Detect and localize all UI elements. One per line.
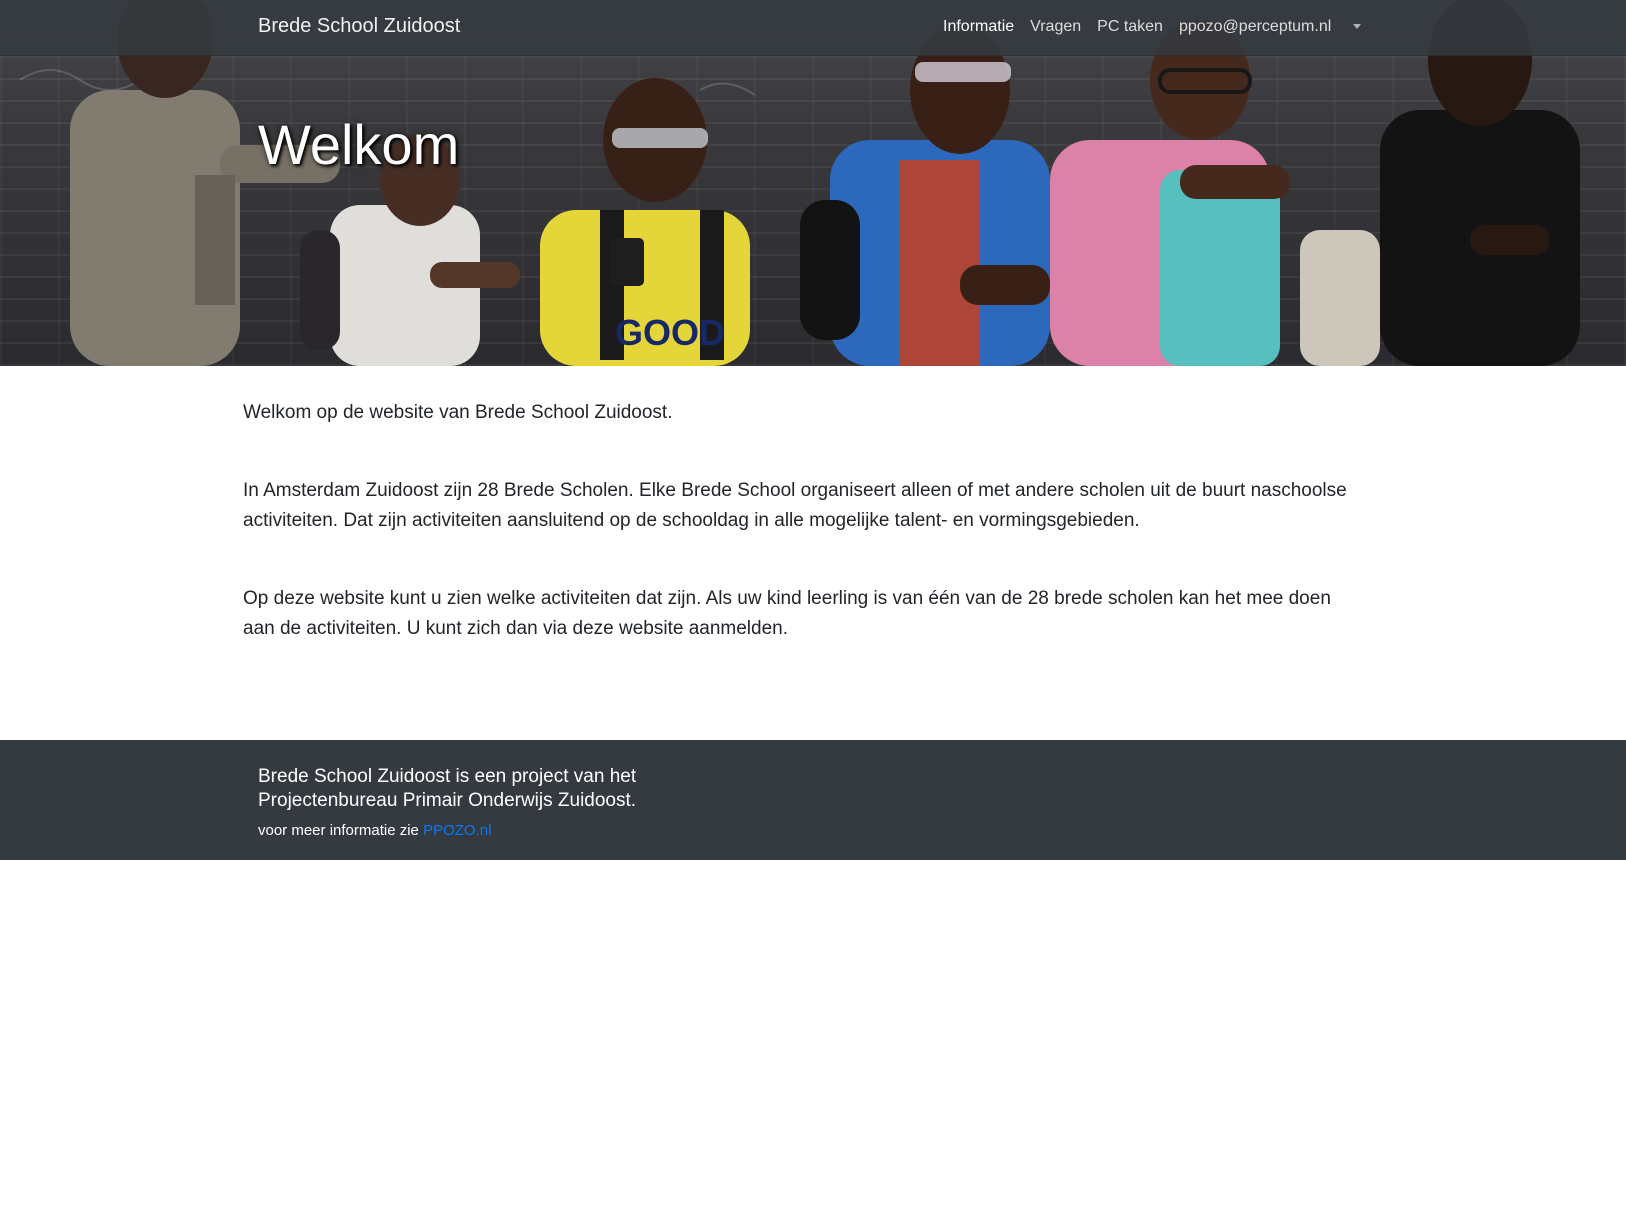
page-footer: Brede School Zuidoost is een project van… [0, 740, 1626, 860]
signup-paragraph: Op deze website kunt u zien welke activi… [243, 588, 1331, 639]
page-title: Welkom [258, 113, 460, 176]
nav-item-informatie[interactable]: Informatie [943, 18, 1014, 36]
chevron-down-icon [1353, 24, 1362, 29]
brand-link[interactable]: Brede School Zuidoost [258, 15, 460, 38]
ppozo-link[interactable]: PPOZO.nl [423, 822, 491, 839]
nav-item-vragen[interactable]: Vragen [1030, 18, 1081, 36]
footer-title: Brede School Zuidoost is een project van… [258, 766, 637, 811]
nav-item-pc-taken[interactable]: PC taken [1097, 18, 1163, 36]
top-navbar: Brede School Zuidoost Informatie Vragen … [0, 0, 1626, 56]
main-content: Welkom op de website van Brede School Zu… [243, 398, 1363, 692]
footer-info: voor meer informatie zie PPOZO.nl [258, 822, 491, 839]
schools-paragraph: In Amsterdam Zuidoost zijn 28 Brede Scho… [243, 480, 1347, 531]
intro-paragraph: Welkom op de website van Brede School Zu… [243, 402, 673, 423]
nav-menu: Informatie Vragen PC taken ppozo@percept… [943, 18, 1362, 36]
user-email-label: ppozo@perceptum.nl [1178, 18, 1332, 35]
footer-info-text: voor meer informatie zie [258, 822, 424, 839]
nav-item-user-dropdown[interactable]: ppozo@perceptum.nl [1178, 18, 1362, 36]
